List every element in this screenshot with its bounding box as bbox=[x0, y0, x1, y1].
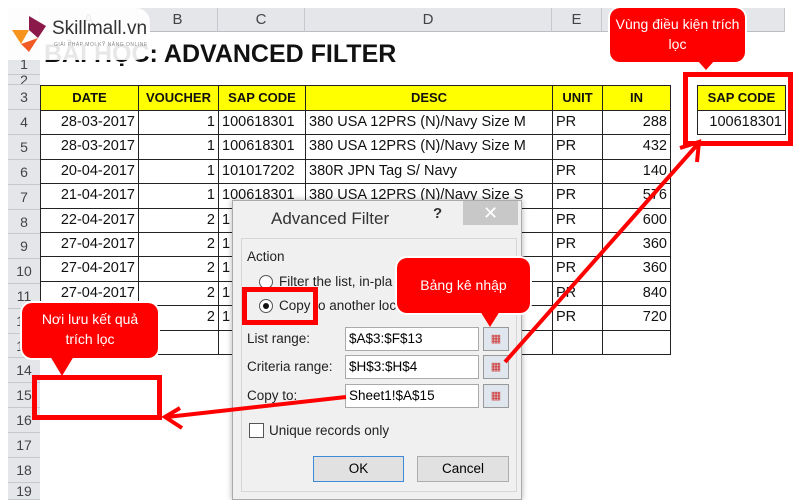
output-callout-pointer bbox=[50, 356, 74, 376]
criteria-callout: Vùng điều kiện trích lọc bbox=[610, 8, 745, 62]
output-highlight bbox=[32, 375, 162, 420]
list-callout-pointer bbox=[480, 311, 500, 327]
criteria-highlight bbox=[683, 72, 793, 146]
list-callout: Bảng kê nhập bbox=[397, 258, 530, 313]
output-callout: Nơi lưu kết quả trích lọc bbox=[22, 303, 158, 358]
criteria-callout-pointer bbox=[697, 60, 715, 70]
annotation-arrows bbox=[161, 139, 702, 430]
arrow-to-output bbox=[166, 395, 347, 419]
arrow-to-criteria bbox=[503, 143, 699, 364]
copy-option-highlight bbox=[242, 287, 318, 325]
